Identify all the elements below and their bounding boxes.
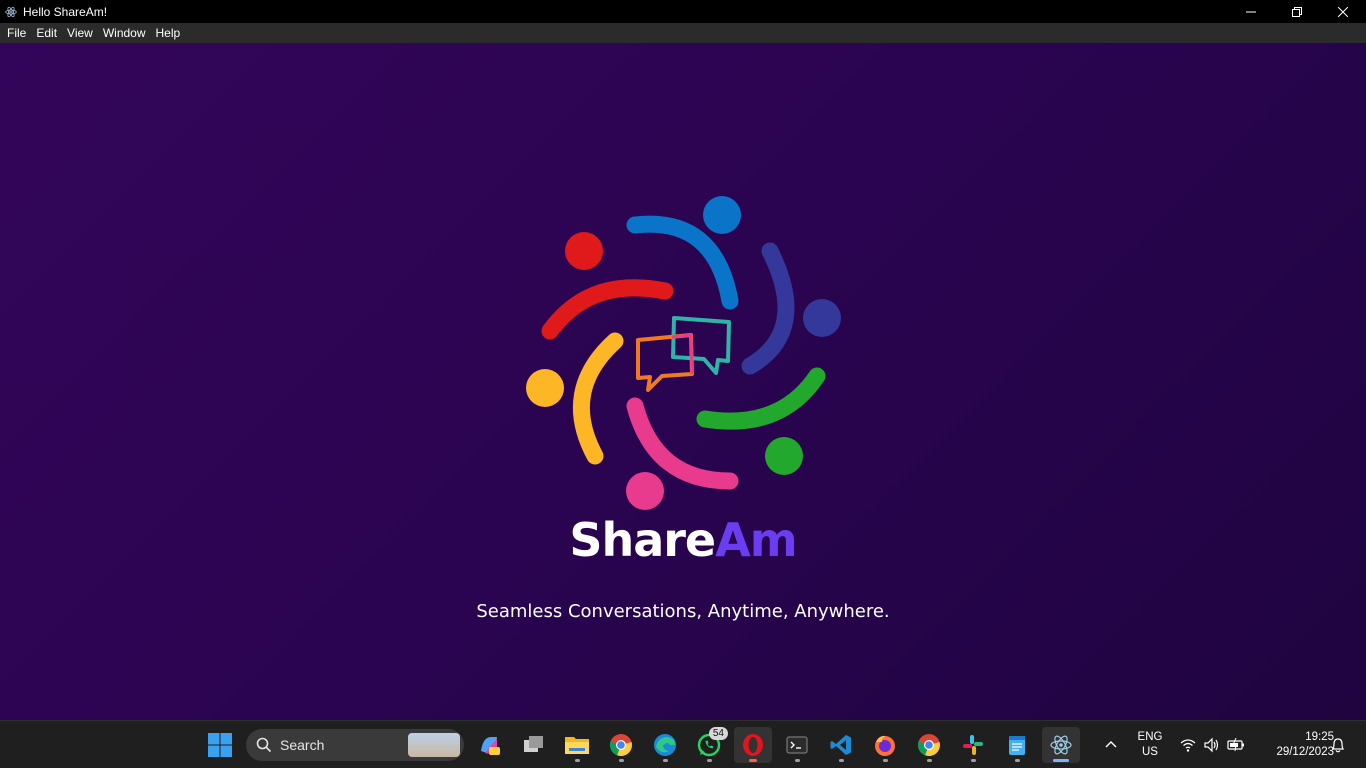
file-explorer-app[interactable] [558, 727, 596, 763]
slack-app[interactable] [954, 727, 992, 763]
chat-bubble-icon [671, 316, 731, 375]
menu-edit[interactable]: Edit [31, 23, 62, 43]
wifi-icon[interactable] [1180, 737, 1196, 753]
edge-icon [654, 734, 676, 756]
chrome-app[interactable] [602, 727, 640, 763]
opera-app[interactable] [734, 727, 772, 763]
electron-app[interactable] [1042, 727, 1080, 763]
tagline: Seamless Conversations, Anytime, Anywher… [476, 601, 890, 622]
task-view-icon [524, 736, 543, 752]
window-controls [1228, 0, 1366, 23]
clock-time: 19:25 [1305, 731, 1334, 743]
app-name-share: Share [569, 513, 716, 567]
search-highlight-image [408, 733, 460, 757]
chevron-up-icon[interactable] [1104, 739, 1118, 749]
menu-file[interactable]: File [2, 23, 31, 43]
minimize-icon [1246, 11, 1256, 12]
clock[interactable]: 19:25 29/12/2023 [1252, 730, 1334, 760]
notification-bell-icon[interactable] [1331, 737, 1345, 753]
logo-pink-head [626, 472, 664, 510]
search-label: Search [280, 737, 325, 753]
menu-help[interactable]: Help [151, 23, 186, 43]
copilot-icon [481, 737, 500, 755]
clock-date: 29/12/2023 [1276, 746, 1334, 758]
logo-yellow-arc [572, 332, 624, 465]
terminal-icon [786, 736, 808, 754]
battery-icon[interactable] [1227, 738, 1245, 752]
edge-app[interactable] [646, 727, 684, 763]
shaream-logo [526, 196, 841, 510]
menu-view[interactable]: View [62, 23, 98, 43]
language-indicator[interactable]: ENG US [1136, 730, 1164, 760]
logo-red-head [565, 232, 603, 270]
volume-icon[interactable] [1203, 737, 1219, 753]
firefox-app[interactable] [866, 727, 904, 763]
language-line-2: US [1142, 746, 1158, 758]
terminal-app[interactable] [778, 727, 816, 763]
logo-green-arc [696, 367, 826, 430]
close-icon [1338, 6, 1348, 17]
notepad-app[interactable] [998, 727, 1036, 763]
logo-yellow-head [526, 369, 564, 407]
search-icon [256, 737, 272, 753]
taskbar-search[interactable]: Search [246, 729, 464, 761]
restore-icon [1292, 6, 1302, 17]
windows-start-icon[interactable] [206, 731, 234, 759]
window-title: Hello ShareAm! [23, 4, 108, 19]
menu-window[interactable]: Window [98, 23, 151, 43]
vscode-icon [830, 735, 851, 755]
whatsapp-app[interactable]: 54 [690, 727, 728, 763]
folder-icon [565, 737, 589, 754]
vscode-app[interactable] [822, 727, 860, 763]
task-view-app[interactable] [514, 727, 552, 763]
electron-app-icon [5, 6, 17, 17]
logo-indigo-head [803, 299, 841, 337]
close-button[interactable] [1320, 0, 1366, 23]
app-name: ShareAm [0, 513, 1366, 567]
chat-bubble-icon [636, 333, 694, 392]
logo-red-arc [541, 279, 674, 340]
restore-button[interactable] [1274, 0, 1320, 23]
title-bar: Hello ShareAm! [0, 0, 1366, 23]
logo-blue-head [703, 196, 741, 234]
app-name-am: Am [715, 513, 798, 567]
notepad-icon [1009, 736, 1025, 755]
language-line-1: ENG [1137, 731, 1163, 743]
chrome-icon [917, 734, 940, 757]
opera-icon [743, 734, 763, 756]
firefox-icon [875, 735, 895, 756]
copilot-app[interactable] [470, 727, 508, 763]
minimize-button[interactable] [1228, 0, 1274, 23]
whatsapp-badge: 54 [708, 727, 728, 740]
main-content: ShareAm Seamless Conversations, Anytime,… [0, 43, 1366, 720]
logo-green-head [765, 437, 803, 475]
taskbar: Search 54 ENG US 19:25 29/12/2023 [0, 720, 1366, 768]
menu-bar: File Edit View Window Help [0, 23, 1366, 43]
electron-icon [1050, 735, 1072, 755]
chrome-second-app[interactable] [910, 727, 948, 763]
slack-icon [963, 735, 983, 755]
chrome-icon [609, 734, 632, 757]
logo-indigo-arc [741, 242, 795, 375]
